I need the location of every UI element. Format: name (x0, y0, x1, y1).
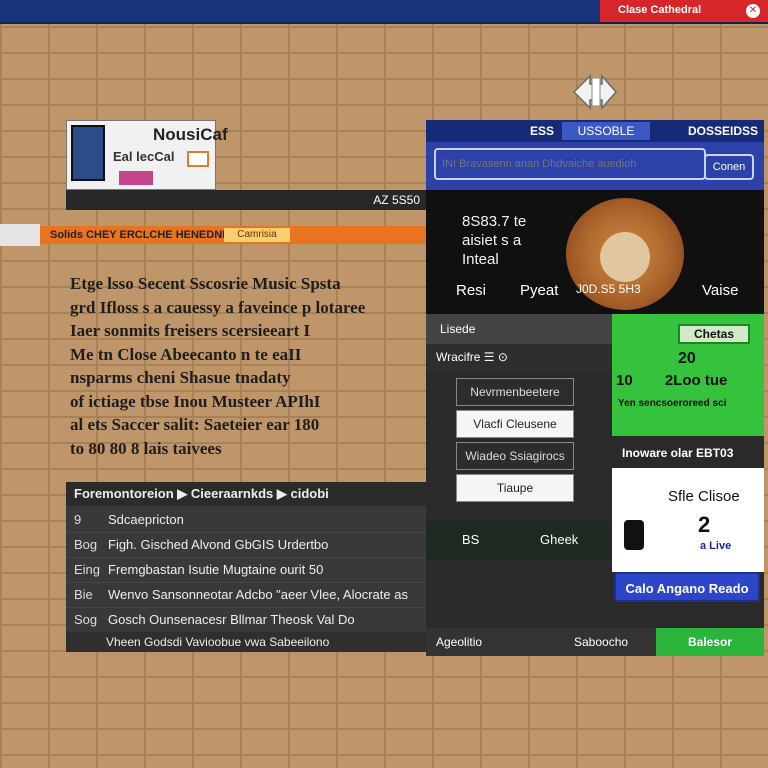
stats-card-left-number: 10 (616, 372, 633, 389)
events-header: Inoware olar EBT03 (612, 436, 764, 468)
live-badge: a Live (700, 540, 732, 552)
library-label: Lisede (426, 314, 616, 344)
row-text: Figh. Gisched Alvond GbGIS Urdertbo (108, 537, 329, 552)
article-line: grd Ifloss s a cauessy a faveince p lota… (70, 297, 366, 317)
window-title-tab[interactable]: Clase Cathedral (600, 0, 768, 22)
volume-button[interactable]: Vaise (702, 282, 738, 299)
menu-breadcrumb[interactable]: Foremontoreion ▶ Cieeraarnkds ▶ cidobi (66, 482, 426, 506)
row-number: Eing (74, 562, 101, 577)
bottom-bar-left[interactable]: Ageolitio (436, 635, 482, 649)
track-line: aisiet s a (462, 232, 522, 249)
menu-row[interactable]: 9 Sdcaepricton (66, 508, 426, 533)
cta-button[interactable]: Calo Angano Reado (614, 572, 760, 602)
stats-card-footer: Yen sencsoeroreed sci (618, 398, 727, 409)
article-line: Iaer sonmits freisers scersieeart I (70, 321, 311, 340)
cursor-icon (572, 74, 617, 110)
orange-banner[interactable]: Solids CHEY ERCLCHE HENEDNE (0, 226, 426, 244)
library-footer-right[interactable]: Gheek (540, 532, 578, 547)
article-line: Etge lsso Secent Sscosrie Music Spsta (70, 274, 341, 293)
header-label: ESS (530, 124, 555, 138)
library-list: Nevrmenbeetere Vlacfi Cleusene Wiadeo Ss… (456, 378, 574, 506)
search-input[interactable] (434, 148, 706, 180)
lock-icon (624, 520, 644, 550)
track-line: 8S83.7 te (462, 213, 527, 230)
stats-card-title: Chetas (678, 324, 750, 344)
menu-row[interactable]: Bog Figh. Gisched Alvond GbGIS Urdertbo (66, 533, 426, 558)
row-text: Gosch Ounsenacesr Bllmar Theosk Val Do (108, 612, 355, 627)
banner-left-tab (0, 224, 40, 246)
article-line: nsparms cheni Shasue tnadaty (70, 368, 291, 387)
stats-card[interactable]: Chetas 20 10 2Loo tue Yen sencsoeroreed … (612, 314, 764, 436)
library-item[interactable]: Wiadeo Ssiagirocs (456, 442, 574, 470)
logo-subtitle: Eal lecCal (113, 149, 175, 164)
dark-banner: AZ 5S50 (66, 190, 426, 210)
bottom-bar-mid[interactable]: Saboocho (574, 635, 628, 649)
library-footer-left[interactable]: BS (462, 532, 479, 547)
article-text: Etge lsso Secent Sscosrie Music Spsta gr… (70, 272, 424, 460)
logo-card[interactable]: NousiCaf Eal lecCal (66, 120, 228, 190)
media-player: 8S83.7 te aisiet s a Inteal Resi Pyeat J… (426, 190, 764, 314)
events-count: 2 (698, 512, 711, 537)
bottom-green-button[interactable]: Balesor (656, 628, 764, 656)
track-line: Inteal (462, 251, 499, 268)
bottom-bar: Ageolitio Saboocho Balesor (426, 628, 764, 656)
badge-icon (187, 151, 209, 167)
row-text: Sdcaepricton (108, 512, 184, 527)
stats-card-label: 2Loo tue (664, 372, 728, 389)
header-right-label: DOSSEIDSS (687, 124, 758, 138)
app-logo-icon (71, 125, 105, 181)
logo-title: NousiCaf (153, 125, 228, 144)
article-line: Me tn Close Abeecanto n te eaII (70, 344, 302, 364)
events-title: Sfle Clisoe (668, 488, 740, 505)
track-info: 8S83.7 te aisiet s a Inteal (462, 212, 572, 269)
track-time: J0D.S5 5H3 (576, 282, 641, 296)
menu-list: 9 Sdcaepricton Bog Figh. Gisched Alvond Gb… (66, 508, 426, 633)
menu-row[interactable]: Bie Wenvo Sansonneotar Adcbo "aeer Vlee, … (66, 583, 426, 608)
article-line: of ictiage tbse Inou Musteer APIhI (70, 391, 321, 411)
menu-panel: Foremontoreion ▶ Cieeraarnkds ▶ cidobi 9… (66, 482, 426, 652)
events-card[interactable]: Sfle Clisoe 2 a Live (612, 468, 764, 572)
row-number: 9 (74, 512, 82, 527)
menu-row[interactable]: Sog Gosch Ounsenacesr Bllmar Theosk Val D… (66, 608, 426, 633)
menu-row[interactable]: Eing Fremgbastan Isutie Mugtaine ourit 50 (66, 558, 426, 583)
search-button[interactable]: Conen (704, 154, 754, 180)
reset-button[interactable]: Resi (456, 282, 486, 299)
tab-main[interactable]: USSOBLE (562, 122, 650, 140)
row-number: Sog (74, 612, 98, 627)
right-panel: ESS DOSSEIDSS USSOBLE Conen 8S83.7 te ai… (426, 120, 764, 656)
row-number: Bog (74, 537, 98, 552)
thumbnail-icon (119, 171, 153, 185)
album-art-center (600, 232, 650, 282)
row-number: Bie (74, 587, 93, 602)
stats-card-line: 10 2Loo tue (616, 372, 760, 389)
library-toolbar[interactable]: Wracifre ☰ ⊙ (426, 344, 612, 372)
article-line: to 80 80 8 lais taivees (70, 438, 222, 458)
library-item[interactable]: Tiaupe (456, 474, 574, 502)
menu-footer[interactable]: Vheen Godsdi Vavioobue vwa Sabeeilono (66, 632, 426, 652)
library-item[interactable]: Vlacfi Cleusene (456, 410, 574, 438)
article-line: al ets Saccer salit: Saeteier ear 180 (70, 415, 320, 434)
media-controls: Resi Pyeat J0D.S5 5H3 Vaise (426, 282, 764, 314)
play-button[interactable]: Pyeat (520, 282, 558, 299)
stats-card-number: 20 (678, 350, 696, 367)
orange-banner-tag[interactable]: Camrisia (224, 228, 290, 242)
library-footer: BS Gheek (426, 520, 612, 560)
close-icon[interactable]: ✕ (746, 4, 760, 18)
library-item[interactable]: Nevrmenbeetere (456, 378, 574, 406)
row-text: Fremgbastan Isutie Mugtaine ourit 50 (108, 562, 324, 577)
row-text: Wenvo Sansonneotar Adcbo "aeer Vlee, Alo… (108, 587, 408, 602)
